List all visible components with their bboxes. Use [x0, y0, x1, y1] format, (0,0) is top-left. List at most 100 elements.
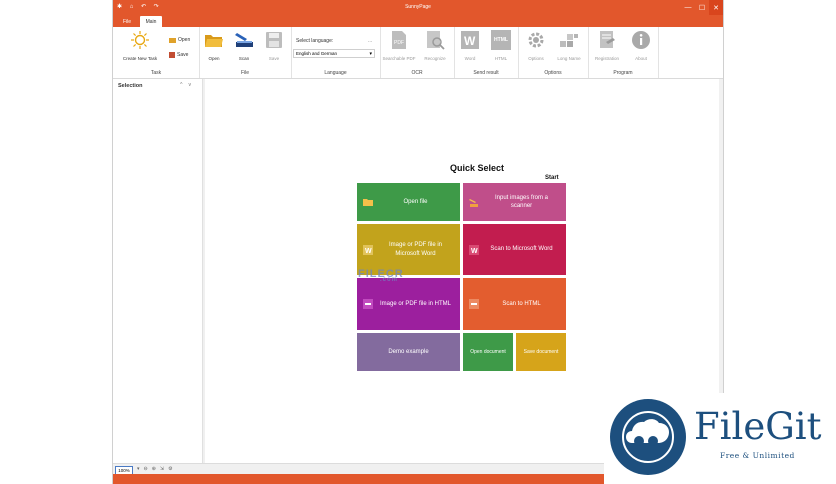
long-name-label: Long Name	[557, 56, 581, 61]
start-label: Start	[545, 175, 559, 181]
settings-icon[interactable]: ⚙	[168, 466, 172, 472]
blocks-icon	[559, 30, 579, 50]
recognize-icon	[425, 30, 445, 50]
ribbon-group-task: Create New Task Open Save Task	[113, 27, 200, 78]
scan-button[interactable]: Scan	[233, 30, 255, 61]
long-name-button[interactable]: Long Name	[554, 30, 584, 61]
title-bar: ✱ ⌂ ↶ ↷ SunnyPage — ☐ ✕	[113, 0, 723, 15]
language-select-value: English and German	[296, 51, 338, 56]
group-label-send-result: Send result	[473, 70, 499, 76]
group-label-file: File	[240, 70, 250, 76]
svg-text:W: W	[464, 34, 476, 48]
watermark: FILECR .com	[358, 268, 404, 283]
tile-scan-to-html[interactable]: Scan to HTML	[463, 278, 566, 330]
gear-icon	[526, 30, 546, 50]
about-button[interactable]: About	[627, 30, 655, 61]
tile-image-to-html[interactable]: Image or PDF file in HTML	[357, 278, 460, 330]
tile-demo-example[interactable]: Demo example	[357, 333, 460, 371]
task-save-label: Save	[177, 52, 189, 58]
recognize-button[interactable]: Recognize	[420, 30, 450, 61]
scan-label: Scan	[238, 56, 250, 61]
expand-button[interactable]: v	[189, 82, 198, 88]
html-icon	[363, 299, 373, 309]
group-label-ocr: OCR	[411, 70, 423, 76]
html-icon-text: HTML	[494, 37, 508, 43]
collapse-button[interactable]: ^	[180, 82, 188, 88]
registration-button[interactable]: Registration	[591, 30, 623, 61]
disk-icon	[264, 30, 284, 50]
brand-name: FileGit	[694, 405, 822, 448]
html-icon: HTML	[491, 30, 511, 50]
svg-text:PDF: PDF	[394, 40, 404, 46]
send-word-button[interactable]: W Word	[457, 30, 483, 61]
tile-input-scanner[interactable]: Input images from a scanner	[463, 183, 566, 221]
searchable-pdf-label: Searchable PDF	[382, 56, 416, 61]
tile-save-document[interactable]: Save document	[516, 333, 566, 371]
tab-main[interactable]: Main	[140, 16, 162, 27]
html-icon	[469, 299, 479, 309]
panel-scrollbar[interactable]	[196, 97, 200, 461]
ribbon-group-program: Registration About Program	[588, 27, 659, 78]
send-html-label: HTML	[494, 56, 508, 61]
maximize-button[interactable]: ☐	[695, 0, 709, 15]
registration-icon	[597, 30, 617, 50]
task-open-button[interactable]: Open	[169, 37, 190, 43]
quick-select-title: Quick Select	[450, 163, 505, 173]
ribbon: Create New Task Open Save Task Open Scan…	[113, 27, 723, 79]
tile-open-document[interactable]: Open document	[463, 333, 513, 371]
window-title: SunnyPage	[405, 4, 431, 10]
language-select[interactable]: English and German ▾	[293, 49, 375, 58]
tile-open-file[interactable]: Open file	[357, 183, 460, 221]
chevron-down-icon[interactable]: ▾	[137, 466, 140, 472]
group-label-options: Options	[544, 70, 562, 76]
create-new-task-label: Create New Task	[122, 56, 158, 61]
send-word-label: Word	[464, 56, 476, 61]
scanner-icon	[469, 197, 479, 207]
close-button[interactable]: ✕	[709, 0, 723, 15]
filegit-logo: FileGit Free & Unlimited	[604, 393, 836, 484]
info-icon	[631, 30, 651, 50]
sun-icon	[130, 30, 150, 50]
language-more-button[interactable]: ...	[368, 38, 372, 44]
send-html-button[interactable]: HTML HTML	[487, 30, 515, 61]
save-icon	[169, 52, 175, 58]
options-button[interactable]: Options	[522, 30, 550, 61]
ribbon-tabs: File Main	[113, 15, 723, 27]
select-language-label: Select language:	[296, 38, 334, 44]
scanner-icon	[234, 30, 254, 50]
fit-icon[interactable]: ⇲	[160, 466, 164, 472]
group-label-language: Language	[324, 70, 347, 76]
tile-scan-to-word-label: Scan to Microsoft Word	[490, 246, 553, 253]
zoom-out-icon[interactable]: ⊖	[144, 466, 148, 472]
tab-file[interactable]: File	[117, 16, 137, 27]
pdf-icon: PDF	[389, 30, 409, 50]
task-save-button[interactable]: Save	[169, 52, 188, 58]
registration-label: Registration	[594, 56, 619, 61]
recognize-label: Recognize	[424, 56, 446, 61]
file-save-label: Save	[268, 56, 280, 61]
group-label-program: Program	[613, 70, 633, 76]
ribbon-group-options: Options Long Name Options	[518, 27, 589, 78]
create-new-task-button[interactable]: Create New Task	[119, 30, 161, 61]
about-label: About	[635, 56, 647, 61]
chevron-down-icon: ▾	[369, 51, 372, 57]
searchable-pdf-button[interactable]: PDF Searchable PDF	[381, 30, 417, 61]
folder-icon	[169, 37, 176, 43]
status-tools: ▾ ⊖ ⊕ ⇲ ⚙	[137, 466, 173, 472]
zoom-in-icon[interactable]: ⊕	[152, 466, 156, 472]
file-save-button[interactable]: Save	[263, 30, 285, 61]
cloud-logo-icon	[610, 399, 686, 475]
ribbon-group-file: Open Scan Save File	[199, 27, 292, 78]
tile-save-document-label: Save document	[523, 348, 559, 355]
tile-image-to-html-label: Image or PDF file in HTML	[379, 300, 452, 307]
tile-scan-to-html-label: Scan to HTML	[502, 300, 541, 307]
file-open-button[interactable]: Open	[203, 30, 225, 61]
word-icon: W	[469, 244, 479, 255]
panel-controls: ^v	[180, 82, 197, 88]
tile-scan-to-word[interactable]: W Scan to Microsoft Word	[463, 224, 566, 275]
tile-open-file-label: Open file	[403, 198, 428, 205]
task-open-label: Open	[178, 37, 191, 43]
minimize-button[interactable]: —	[681, 0, 695, 15]
ribbon-group-ocr: PDF Searchable PDF Recognize OCR	[380, 27, 455, 78]
window-controls: — ☐ ✕	[681, 0, 723, 15]
